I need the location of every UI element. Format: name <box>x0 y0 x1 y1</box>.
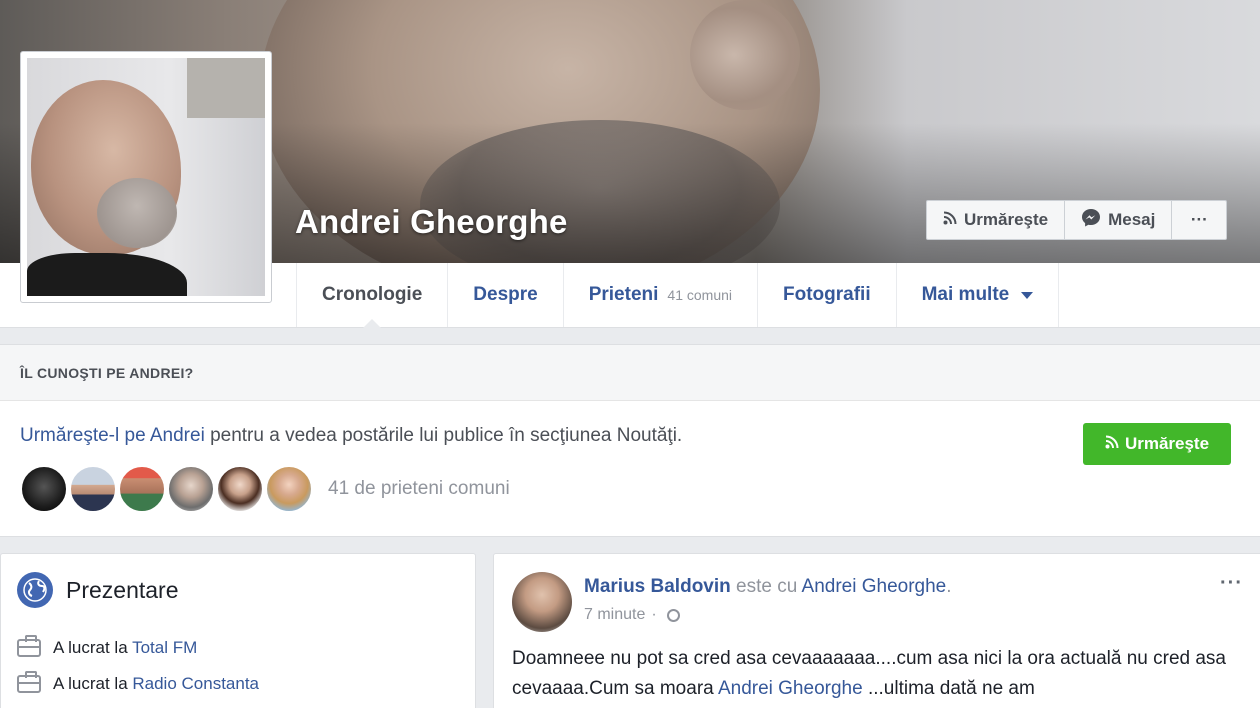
rss-icon <box>943 210 957 230</box>
know-this-person-box: ÎL CUNOŞTI PE ANDREI? Urmăreşte-l pe And… <box>0 344 1260 537</box>
intro-work-text: A lucrat la Total FM <box>53 638 197 658</box>
follow-link[interactable]: Urmăreşte-l pe Andrei <box>20 425 205 446</box>
post-timestamp[interactable]: 7 minute <box>584 606 645 624</box>
post-body-text-end: ...ultima dată ne am <box>862 678 1035 699</box>
profile-picture[interactable] <box>20 51 272 303</box>
avatar-beard-shape <box>97 178 177 248</box>
tab-friends[interactable]: Prieteni 41 comuni <box>562 263 757 327</box>
intro-work-prefix: A lucrat la <box>53 674 133 693</box>
more-icon: ··· <box>1190 210 1208 229</box>
know-box-rest-text: pentru a vedea postările lui publice în … <box>204 425 683 446</box>
profile-picture-image <box>27 58 265 296</box>
tab-timeline-label: Cronologie <box>322 284 423 305</box>
follow-button-label: Urmăreşte <box>964 210 1049 229</box>
follow-green-button[interactable]: Urmăreşte <box>1083 423 1231 465</box>
rss-icon <box>1105 434 1119 454</box>
tab-about-label: Despre <box>473 284 538 305</box>
tab-more-label: Mai multe <box>921 284 1010 305</box>
message-button[interactable]: Mesaj <box>1065 201 1173 239</box>
post-body: Doamneee nu pot sa cred asa cevaaaaaaa..… <box>512 644 1242 704</box>
tab-more[interactable]: Mai multe <box>895 263 1060 327</box>
intro-work-link[interactable]: Total FM <box>132 638 197 657</box>
public-globe-icon[interactable] <box>666 608 680 622</box>
post-author-avatar[interactable] <box>512 572 572 632</box>
feed-post: Marius Baldovin este cu Andrei Gheorghe.… <box>493 553 1260 708</box>
post-header: Marius Baldovin este cu Andrei Gheorghe. <box>584 576 952 598</box>
message-button-label: Mesaj <box>1108 210 1156 229</box>
know-box-text: Urmăreşte-l pe Andrei pentru a vedea pos… <box>20 425 682 447</box>
intro-work-text: A lucrat la Radio Constanta <box>53 674 259 694</box>
cover-action-group: Urmăreşte Mesaj ··· <box>926 200 1228 240</box>
post-author-link[interactable]: Marius Baldovin <box>584 576 731 597</box>
tab-about[interactable]: Despre <box>447 263 562 327</box>
cover-nose-shape <box>690 0 800 110</box>
intro-work-prefix: A lucrat la <box>53 638 133 657</box>
globe-icon <box>17 572 53 608</box>
follow-green-button-label: Urmăreşte <box>1124 434 1210 453</box>
mutual-friend-avatar[interactable] <box>167 465 215 513</box>
mutual-friends-row: 41 de prieteni comuni <box>20 465 510 513</box>
more-options-button[interactable]: ··· <box>1172 201 1226 239</box>
post-tagged-link[interactable]: Andrei Gheorghe <box>802 576 947 597</box>
mutual-friends-count[interactable]: 41 de prieteni comuni <box>328 478 510 500</box>
profile-tabs: Cronologie Despre Prieteni 41 comuni Fot… <box>296 263 1060 328</box>
mutual-friend-avatar[interactable] <box>118 465 166 513</box>
know-box-heading: ÎL CUNOŞTI PE ANDREI? <box>0 345 1260 401</box>
mutual-friend-avatar[interactable] <box>69 465 117 513</box>
tab-friends-label: Prieteni <box>588 284 659 305</box>
tab-photos-label: Fotografii <box>783 284 871 305</box>
post-tagged-suffix: . <box>946 576 952 597</box>
avatar-background-shape <box>187 58 265 118</box>
follow-button[interactable]: Urmăreşte <box>927 201 1066 239</box>
intro-title: Prezentare <box>66 576 179 603</box>
intro-card: Prezentare A lucrat la Total FM A lucrat… <box>0 553 476 708</box>
intro-work-link[interactable]: Radio Constanta <box>132 674 259 693</box>
post-meta: 7 minute · <box>584 606 680 624</box>
mutual-friend-avatar[interactable] <box>216 465 264 513</box>
post-options-button[interactable]: ··· <box>1220 572 1243 595</box>
caret-down-icon <box>1021 291 1034 299</box>
mutual-friend-avatar[interactable] <box>265 465 313 513</box>
intro-work-row: A lucrat la Total FM <box>17 635 197 658</box>
profile-name[interactable]: Andrei Gheorghe <box>295 203 568 241</box>
avatar-shirt-shape <box>27 253 187 296</box>
tab-photos[interactable]: Fotografii <box>757 263 896 327</box>
intro-heading: Prezentare <box>17 572 179 608</box>
post-meta-separator: · <box>651 606 657 623</box>
messenger-icon <box>1081 208 1101 233</box>
post-with-text: este cu <box>730 576 802 597</box>
briefcase-icon <box>17 635 41 657</box>
post-body-mention[interactable]: Andrei Gheorghe <box>718 678 863 699</box>
mutual-friend-avatar[interactable] <box>20 465 68 513</box>
briefcase-icon <box>17 671 41 693</box>
tab-timeline[interactable]: Cronologie <box>296 263 447 328</box>
intro-work-row: A lucrat la Radio Constanta <box>17 671 259 694</box>
tab-friends-mutual-count: 41 comuni <box>667 287 732 303</box>
